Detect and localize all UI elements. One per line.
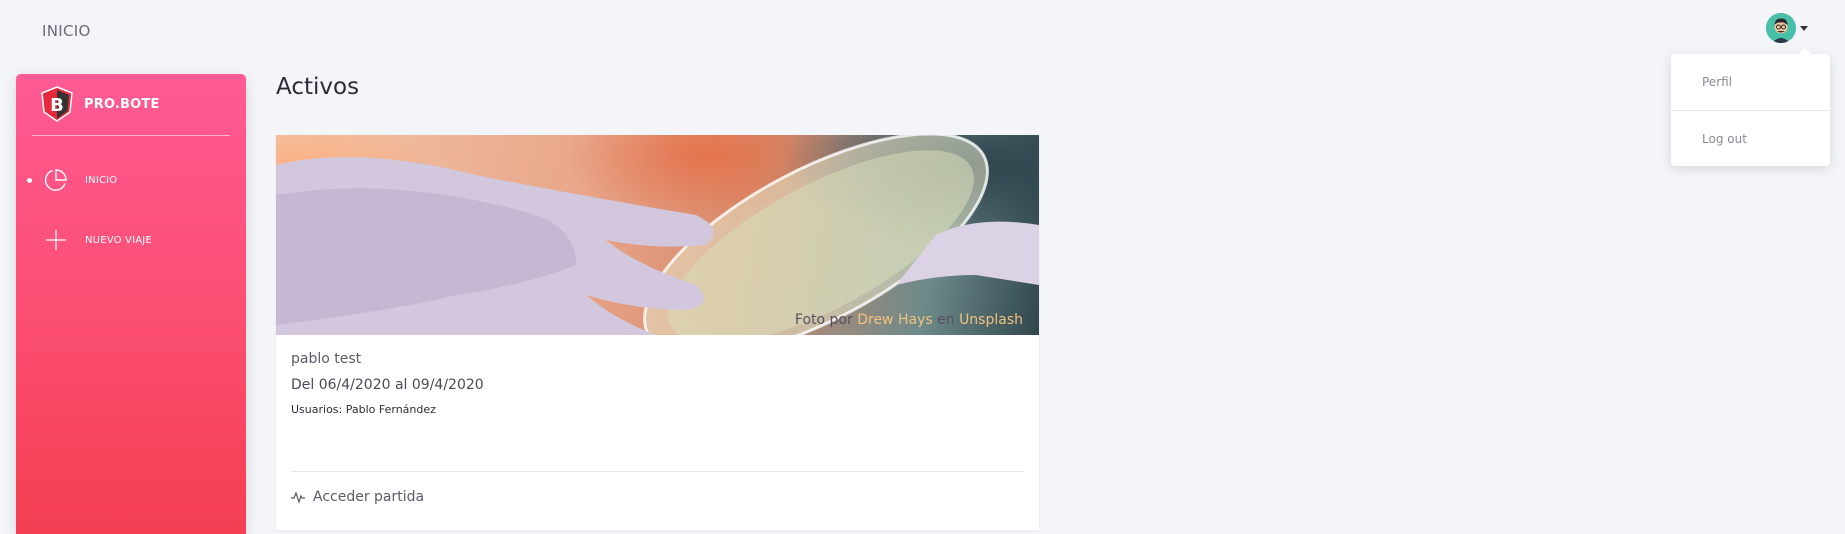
menu-item-perfil[interactable]: Perfil	[1671, 54, 1830, 110]
trip-dates: Del 06/4/2020 al 09/4/2020	[291, 377, 484, 393]
action-label: Acceder partida	[313, 489, 425, 505]
sidebar-item-inicio[interactable]: INICIO	[16, 160, 246, 200]
sidebar: B PRO.BOTE INICIO NUEVO VIAJE	[16, 74, 246, 534]
brand-logo-icon: B	[41, 86, 73, 122]
page-header-title: INICIO	[42, 22, 91, 40]
avatar-icon	[1766, 13, 1796, 43]
trip-name: pablo test	[291, 351, 362, 367]
trip-users: Usuarios: Pablo Fernández	[291, 403, 436, 416]
photo-credit: Foto por Drew Hays en Unsplash	[795, 312, 1023, 328]
user-menu-toggle[interactable]	[1766, 12, 1808, 44]
brand-name: PRO.BOTE	[84, 96, 160, 112]
pie-chart-icon	[44, 169, 67, 191]
sidebar-divider	[32, 135, 230, 136]
sidebar-item-label: INICIO	[85, 174, 118, 186]
trip-card: Foto por Drew Hays en Unsplash pablo tes…	[276, 135, 1039, 530]
top-bar: INICIO Perfil Log out	[0, 0, 1845, 166]
acceder-partida-button[interactable]: Acceder partida	[291, 487, 424, 507]
credit-prefix: Foto por	[794, 312, 853, 328]
credit-source-link[interactable]: Unsplash	[959, 312, 1023, 328]
chevron-down-icon[interactable]	[1800, 25, 1808, 31]
user-dropdown-menu: Perfil Log out	[1671, 48, 1830, 167]
credit-middle: en	[937, 312, 955, 328]
card-cover-image: Foto por Drew Hays en Unsplash	[276, 135, 1039, 335]
activity-icon	[291, 491, 305, 504]
brand[interactable]: B PRO.BOTE	[40, 86, 160, 122]
credit-author-link[interactable]: Drew Hays	[857, 312, 932, 328]
cover-photo	[276, 135, 1039, 335]
page-title: Activos	[276, 74, 360, 100]
sidebar-item-nuevo-viaje[interactable]: NUEVO VIAJE	[16, 220, 246, 260]
plus-icon	[46, 230, 66, 250]
menu-item-log-out[interactable]: Log out	[1671, 111, 1830, 167]
sidebar-item-label: NUEVO VIAJE	[85, 234, 152, 246]
card-divider	[291, 471, 1024, 472]
active-indicator	[27, 177, 32, 183]
user-avatar[interactable]	[1766, 13, 1796, 43]
svg-text:B: B	[50, 95, 64, 116]
